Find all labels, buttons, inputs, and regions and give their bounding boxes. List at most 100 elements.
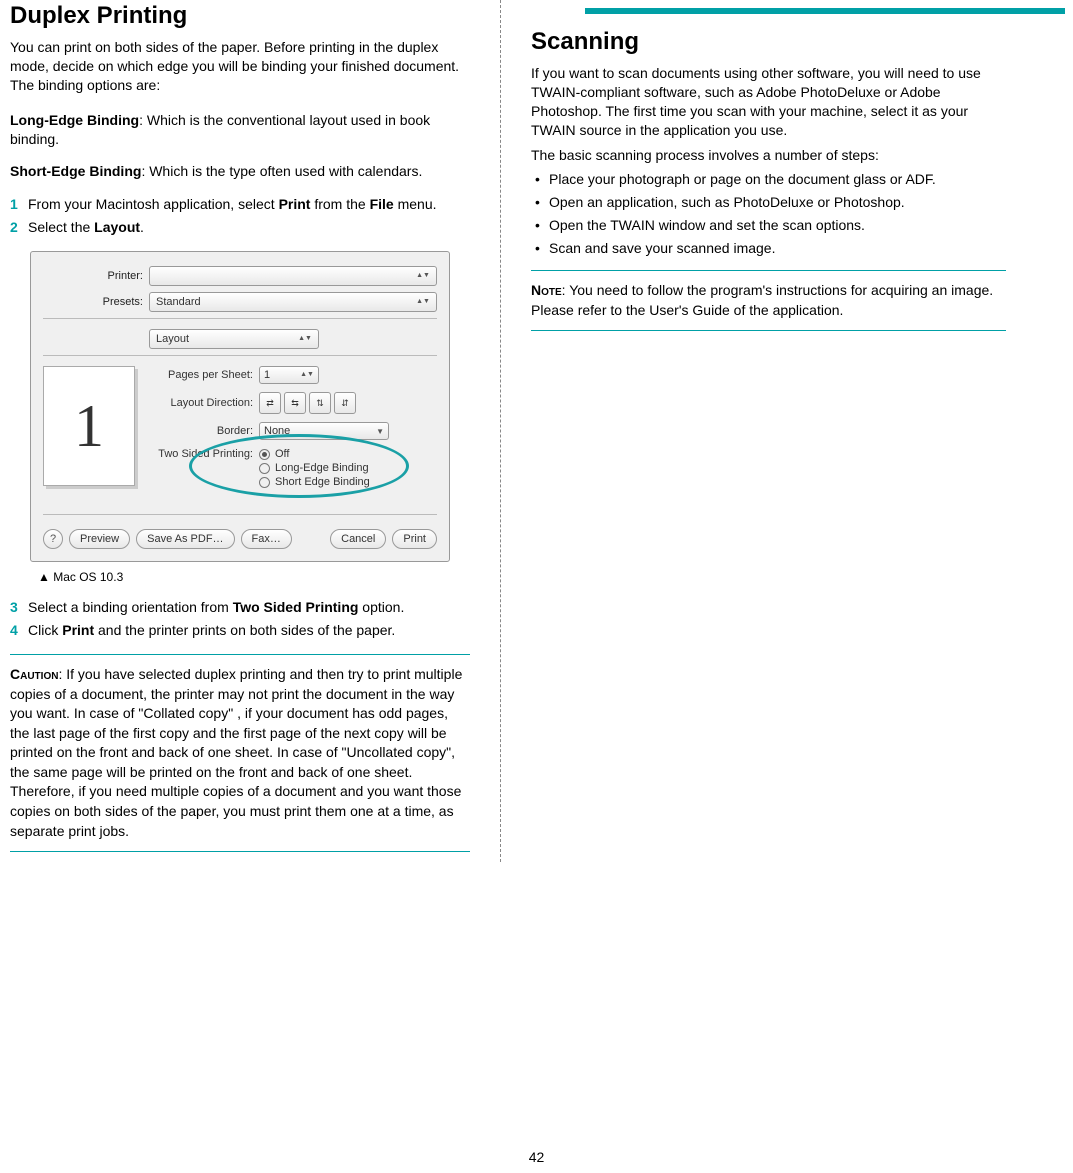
step-1e: menu. bbox=[394, 196, 437, 212]
preview-label: Preview bbox=[80, 533, 119, 545]
updown-icon: ▲▼ bbox=[298, 332, 312, 346]
scanning-bullets: Place your photograph or page on the doc… bbox=[531, 170, 1006, 258]
updown-icon: ▲▼ bbox=[300, 368, 314, 382]
section-row: Layout ▲▼ bbox=[43, 329, 437, 349]
footer-left: ? Preview Save As PDF… Fax… bbox=[43, 529, 292, 549]
two-sided-label: Two Sided Printing: bbox=[149, 448, 259, 460]
cancel-label: Cancel bbox=[341, 533, 375, 545]
print-label: Print bbox=[403, 533, 426, 545]
border-select[interactable]: None ▼ bbox=[259, 422, 389, 440]
note-label: Note bbox=[531, 282, 562, 298]
step-1d: File bbox=[370, 196, 394, 212]
radio-icon bbox=[259, 449, 270, 460]
cancel-button[interactable]: Cancel bbox=[330, 529, 386, 549]
presets-value: Standard bbox=[156, 296, 201, 308]
fax-button[interactable]: Fax… bbox=[241, 529, 292, 549]
steps-list-b: 3 Select a binding orientation from Two … bbox=[10, 598, 470, 640]
note-rule-top bbox=[531, 270, 1006, 271]
direction-label: Layout Direction: bbox=[149, 397, 259, 409]
bullet-1: Place your photograph or page on the doc… bbox=[531, 170, 1006, 189]
help-button[interactable]: ? bbox=[43, 529, 63, 549]
page-preview: 1 bbox=[43, 366, 135, 486]
step-3c: option. bbox=[358, 599, 404, 615]
presets-row: Presets: Standard ▲▼ bbox=[43, 292, 437, 312]
bullet-2: Open an application, such as PhotoDeluxe… bbox=[531, 193, 1006, 212]
separator bbox=[43, 318, 437, 319]
step-num-3: 3 bbox=[10, 598, 18, 617]
step-1b: Print bbox=[279, 196, 311, 212]
page-number: 42 bbox=[0, 1149, 1073, 1165]
separator bbox=[43, 514, 437, 515]
note-text: : You need to follow the program's instr… bbox=[531, 282, 993, 318]
printer-row: Printer: ▲▼ bbox=[43, 266, 437, 286]
updown-icon: ▲▼ bbox=[416, 269, 430, 283]
help-icon: ? bbox=[50, 533, 56, 545]
dir-btn-1[interactable]: ⇄ bbox=[259, 392, 281, 414]
step-4c: and the printer prints on both sides of … bbox=[94, 622, 395, 638]
dialog-body: 1 Pages per Sheet: 1 ▲▼ Layout Direction… bbox=[43, 366, 437, 498]
note-block: Note: You need to follow the program's i… bbox=[531, 281, 1006, 320]
long-edge-binding: Long-Edge Binding: Which is the conventi… bbox=[10, 111, 470, 149]
pps-value: 1 bbox=[264, 369, 270, 381]
down-icon: ▼ bbox=[376, 427, 384, 436]
pps-label: Pages per Sheet: bbox=[149, 369, 259, 381]
dir-btn-2[interactable]: ⇆ bbox=[284, 392, 306, 414]
step-3a: Select a binding orientation from bbox=[28, 599, 233, 615]
section-select[interactable]: Layout ▲▼ bbox=[149, 329, 319, 349]
heading-duplex: Duplex Printing bbox=[10, 2, 470, 30]
step-num-4: 4 bbox=[10, 621, 18, 640]
section-value: Layout bbox=[156, 333, 189, 345]
border-row: Border: None ▼ bbox=[149, 422, 437, 440]
radio-icon bbox=[259, 477, 270, 488]
footer-right: Cancel Print bbox=[330, 529, 437, 549]
radio-short-row[interactable]: Short Edge Binding bbox=[259, 476, 370, 488]
separator bbox=[43, 355, 437, 356]
caution-label: Caution bbox=[10, 666, 58, 682]
save-pdf-button[interactable]: Save As PDF… bbox=[136, 529, 234, 549]
fax-label: Fax… bbox=[252, 533, 281, 545]
step-4a: Click bbox=[28, 622, 62, 638]
step-1a: From your Macintosh application, select bbox=[28, 196, 279, 212]
steps-list-a: 1 From your Macintosh application, selec… bbox=[10, 195, 470, 237]
radio-icon bbox=[259, 463, 270, 474]
bullet-3: Open the TWAIN window and set the scan o… bbox=[531, 216, 1006, 235]
pps-row: Pages per Sheet: 1 ▲▼ bbox=[149, 366, 437, 384]
direction-buttons: ⇄ ⇆ ⇅ ⇵ bbox=[259, 392, 356, 414]
caution-rule-bottom bbox=[10, 851, 470, 852]
print-button[interactable]: Print bbox=[392, 529, 437, 549]
short-edge-label: Short-Edge Binding bbox=[10, 163, 141, 179]
caution-rule-top bbox=[10, 654, 470, 655]
long-edge-label: Long-Edge Binding bbox=[10, 112, 139, 128]
step-2: 2 Select the Layout. bbox=[10, 218, 470, 237]
left-column: Duplex Printing You can print on both si… bbox=[10, 0, 485, 862]
page-columns: Duplex Printing You can print on both si… bbox=[0, 0, 1073, 862]
short-edge-binding: Short-Edge Binding: Which is the type of… bbox=[10, 162, 470, 181]
preview-button[interactable]: Preview bbox=[69, 529, 130, 549]
step-2a: Select the bbox=[28, 219, 94, 235]
radio-long-row[interactable]: Long-Edge Binding bbox=[259, 462, 370, 474]
step-2c: . bbox=[140, 219, 144, 235]
step-4b: Print bbox=[62, 622, 94, 638]
step-3: 3 Select a binding orientation from Two … bbox=[10, 598, 470, 617]
printer-select[interactable]: ▲▼ bbox=[149, 266, 437, 286]
dir-btn-4[interactable]: ⇵ bbox=[334, 392, 356, 414]
step-4: 4 Click Print and the printer prints on … bbox=[10, 621, 470, 640]
scanning-p1: If you want to scan documents using othe… bbox=[531, 64, 1006, 140]
scanning-p2: The basic scanning process involves a nu… bbox=[531, 146, 1006, 165]
layout-options: Pages per Sheet: 1 ▲▼ Layout Direction: … bbox=[149, 366, 437, 498]
step-num-2: 2 bbox=[10, 218, 18, 237]
step-num-1: 1 bbox=[10, 195, 18, 214]
dialog-footer: ? Preview Save As PDF… Fax… Cancel Print bbox=[43, 529, 437, 549]
print-dialog: Printer: ▲▼ Presets: Standard ▲▼ Layout … bbox=[30, 251, 450, 562]
dialog-caption: ▲ Mac OS 10.3 bbox=[38, 570, 470, 584]
two-sided-row: Two Sided Printing: Off Long-Edge Bindin… bbox=[149, 448, 437, 490]
dir-btn-3[interactable]: ⇅ bbox=[309, 392, 331, 414]
step-2b: Layout bbox=[94, 219, 140, 235]
printer-label: Printer: bbox=[43, 270, 149, 282]
caution-text: : If you have selected duplex printing a… bbox=[10, 666, 462, 839]
radio-short-label: Short Edge Binding bbox=[275, 476, 370, 488]
pps-select[interactable]: 1 ▲▼ bbox=[259, 366, 319, 384]
pdf-label: Save As PDF… bbox=[147, 533, 223, 545]
presets-select[interactable]: Standard ▲▼ bbox=[149, 292, 437, 312]
radio-off-row[interactable]: Off bbox=[259, 448, 370, 460]
